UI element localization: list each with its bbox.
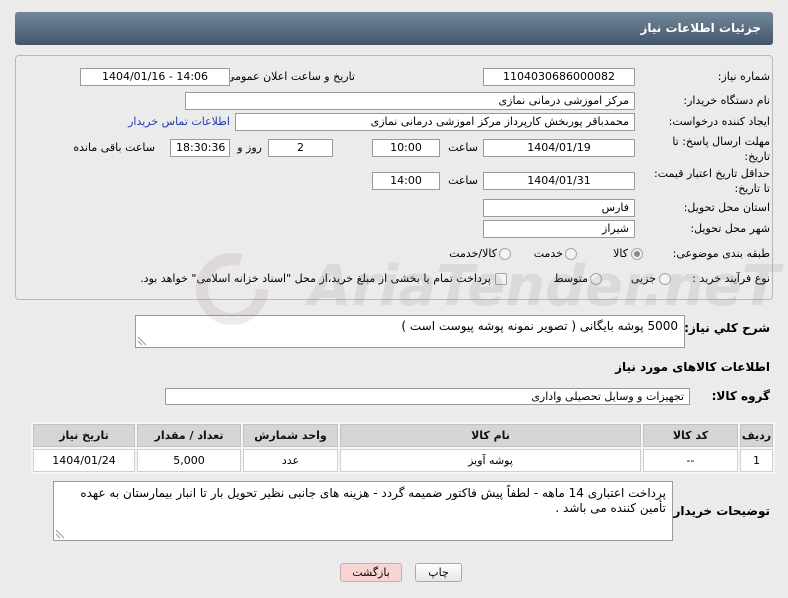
category-option-goods-service-label: کالا/خدمت: [449, 247, 497, 260]
page-header: جزئیات اطلاعات نیاز: [15, 12, 773, 45]
price-validity-time-label: ساعت: [448, 174, 478, 187]
cell-quantity: 5,000: [137, 449, 241, 472]
city-field[interactable]: شیراز: [483, 220, 635, 238]
col-header-item-name: نام کالا: [340, 424, 641, 447]
treasury-payment-checkbox[interactable]: [495, 273, 507, 285]
buyer-org-field[interactable]: مرکز اموزشی درمانی نمازی: [185, 92, 635, 110]
cell-row-number: 1: [740, 449, 773, 472]
treasury-payment-label: پرداخت تمام یا بخشی از مبلغ خرید،از محل …: [140, 272, 491, 285]
process-type-label: نوع فرآیند خرید :: [692, 272, 770, 285]
description-label: شرح کلي نياز:: [684, 321, 770, 335]
buyer-contact-link[interactable]: اطلاعات تماس خریدار: [128, 114, 230, 130]
page-title: جزئیات اطلاعات نیاز: [640, 21, 761, 35]
item-group-field[interactable]: تجهیزات و وسایل تحصیلی واداری: [165, 388, 690, 405]
back-button[interactable]: بازگشت: [340, 563, 402, 582]
price-validity-label-line1: حداقل تاریخ اعتبار قیمت:: [654, 167, 770, 180]
category-radio-goods[interactable]: [631, 248, 643, 260]
item-group-label: گروه کالا:: [711, 389, 770, 403]
city-label: شهر محل تحویل:: [690, 222, 770, 235]
description-textarea[interactable]: 5000 پوشه بایگانی ( تصویر نمونه پوشه پیو…: [135, 315, 685, 348]
buyer-org-label: نام دستگاه خریدار:: [683, 94, 770, 107]
process-option-minor-label: جزیی: [630, 272, 656, 285]
buyer-notes-text: پرداخت اعتباری 14 ماهه - لطفاً پیش فاکتو…: [80, 486, 666, 515]
category-radio-service[interactable]: [565, 248, 577, 260]
response-deadline-label-line2: تاریخ:: [744, 150, 770, 163]
response-deadline-date-field[interactable]: 1404/01/19: [483, 139, 635, 157]
category-option-service-label: خدمت: [533, 247, 563, 260]
requester-label: ایجاد کننده درخواست:: [668, 115, 770, 128]
announce-datetime-field[interactable]: 1404/01/16 - 14:06: [80, 68, 230, 86]
buyer-notes-textarea[interactable]: پرداخت اعتباری 14 ماهه - لطفاً پیش فاکتو…: [53, 481, 673, 541]
category-option-goods-label: کالا: [613, 247, 628, 260]
remaining-time-label: ساعت باقی مانده: [73, 141, 155, 154]
buyer-notes-label: توضیحات خریدار:: [668, 504, 770, 518]
requester-field[interactable]: محمدباقر پوربخش کارپرداز مرکز اموزشی درم…: [235, 113, 635, 131]
items-table: ردیف کد کالا نام کالا واحد شمارش تعداد /…: [31, 422, 775, 474]
table-row[interactable]: 1 -- پوشه آویز عدد 5,000 1404/01/24: [33, 449, 773, 472]
col-header-unit: واحد شمارش: [243, 424, 338, 447]
province-label: استان محل تحویل:: [683, 201, 770, 214]
price-validity-label-line2: تا تاریخ:: [734, 182, 770, 195]
category-radio-goods-service[interactable]: [499, 248, 511, 260]
cell-item-code: --: [643, 449, 738, 472]
process-radio-medium[interactable]: [590, 273, 602, 285]
price-validity-time-field[interactable]: 14:00: [372, 172, 440, 190]
resize-grip-icon[interactable]: [137, 336, 147, 346]
print-button[interactable]: چاپ: [415, 563, 462, 582]
province-field[interactable]: فارس: [483, 199, 635, 217]
cell-item-name: پوشه آویز: [340, 449, 641, 472]
items-section-title: اطلاعات کالاهای مورد نیاز: [615, 360, 770, 374]
remaining-days-field[interactable]: 2: [268, 139, 333, 157]
description-text: 5000 پوشه بایگانی ( تصویر نمونه پوشه پیو…: [401, 319, 678, 333]
remaining-days-label: روز و: [237, 141, 262, 154]
category-label: طبقه بندی موضوعی:: [672, 247, 770, 260]
cell-unit: عدد: [243, 449, 338, 472]
response-deadline-label-line1: مهلت ارسال پاسخ: تا: [672, 135, 770, 148]
col-header-quantity: تعداد / مقدار: [137, 424, 241, 447]
need-number-field[interactable]: 1104030686000082: [483, 68, 635, 86]
response-deadline-time-field[interactable]: 10:00: [372, 139, 440, 157]
col-header-need-date: تاریخ نیاز: [33, 424, 135, 447]
response-deadline-time-label: ساعت: [448, 141, 478, 154]
need-number-label: شماره نیاز:: [717, 70, 770, 83]
price-validity-date-field[interactable]: 1404/01/31: [483, 172, 635, 190]
col-header-row-number: ردیف: [740, 424, 773, 447]
col-header-item-code: کد کالا: [643, 424, 738, 447]
table-header-row: ردیف کد کالا نام کالا واحد شمارش تعداد /…: [33, 424, 773, 447]
announce-datetime-label: تاریخ و ساعت اعلان عمومی:: [222, 70, 355, 83]
resize-grip-icon[interactable]: [55, 529, 65, 539]
cell-need-date: 1404/01/24: [33, 449, 135, 472]
process-radio-minor[interactable]: [659, 273, 671, 285]
remaining-time-field[interactable]: 18:30:36: [170, 139, 230, 157]
process-option-medium-label: متوسط: [553, 272, 588, 285]
